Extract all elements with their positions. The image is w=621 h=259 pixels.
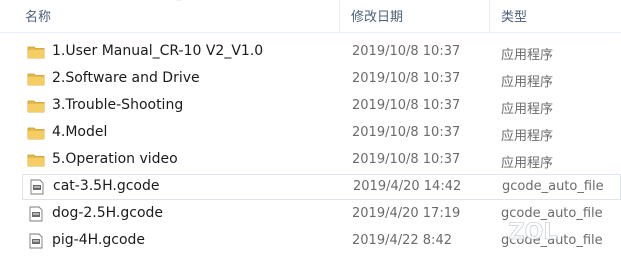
file-modified: 2019/10/8 10:37 bbox=[352, 152, 461, 167]
folder-icon bbox=[27, 46, 45, 59]
gcode-file-icon bbox=[30, 179, 44, 195]
gcode-file-icon bbox=[29, 206, 43, 222]
column-header-type[interactable]: 类型 bbox=[501, 6, 527, 25]
file-name: 4.Model bbox=[52, 124, 108, 140]
file-modified: 2019/10/8 10:37 bbox=[352, 44, 461, 59]
file-row[interactable]: 4.Model 2019/10/8 10:37 应用程序 bbox=[20, 120, 621, 146]
file-name: 5.Operation video bbox=[52, 151, 178, 167]
file-name: cat-3.5H.gcode bbox=[53, 178, 160, 194]
svg-text:ZOL: ZOL bbox=[509, 220, 558, 245]
column-divider[interactable] bbox=[489, 0, 490, 32]
file-type: 应用程序 bbox=[501, 75, 554, 90]
folder-icon bbox=[27, 100, 45, 113]
file-modified: 2019/10/8 10:37 bbox=[352, 98, 461, 113]
file-row-selected[interactable]: cat-3.5H.gcode 2019/4/20 14:42 gcode_aut… bbox=[22, 174, 621, 200]
file-name: 1.User Manual_CR-10 V2_V1.0 bbox=[52, 43, 264, 59]
folder-icon bbox=[27, 73, 45, 86]
file-type: 应用程序 bbox=[501, 129, 554, 144]
file-type: gcode_auto_file bbox=[502, 179, 604, 194]
file-row[interactable]: 5.Operation video 2019/10/8 10:37 应用程序 bbox=[20, 147, 621, 173]
file-type: 应用程序 bbox=[501, 102, 554, 117]
folder-icon bbox=[27, 154, 45, 167]
column-header: ⌃ 名称 修改日期 类型 bbox=[0, 0, 621, 33]
file-modified: 2019/4/20 14:42 bbox=[353, 179, 462, 194]
file-name: 2.Software and Drive bbox=[52, 70, 200, 86]
file-row[interactable]: 2.Software and Drive 2019/10/8 10:37 应用程… bbox=[20, 66, 621, 92]
zol-watermark-logo: ZOL bbox=[508, 220, 558, 246]
column-header-modified[interactable]: 修改日期 bbox=[351, 6, 403, 25]
file-modified: 2019/4/20 17:19 bbox=[352, 206, 461, 221]
file-type: 应用程序 bbox=[501, 156, 554, 171]
folder-icon bbox=[27, 127, 45, 140]
sort-up-icon[interactable]: ⌃ bbox=[175, 0, 183, 8]
file-modified: 2019/10/8 10:37 bbox=[352, 125, 461, 140]
file-row[interactable]: 1.User Manual_CR-10 V2_V1.0 2019/10/8 10… bbox=[20, 39, 621, 65]
file-modified: 2019/4/22 8:42 bbox=[352, 233, 452, 248]
file-row[interactable]: 3.Trouble-Shooting 2019/10/8 10:37 应用程序 bbox=[20, 93, 621, 119]
file-name: dog-2.5H.gcode bbox=[52, 205, 164, 221]
column-divider[interactable] bbox=[339, 0, 340, 32]
column-header-name[interactable]: 名称 bbox=[25, 6, 51, 25]
file-modified: 2019/10/8 10:37 bbox=[352, 71, 461, 86]
file-name: pig-4H.gcode bbox=[52, 232, 146, 248]
file-name: 3.Trouble-Shooting bbox=[52, 97, 184, 113]
gcode-file-icon bbox=[29, 233, 43, 249]
file-type: 应用程序 bbox=[501, 48, 554, 63]
